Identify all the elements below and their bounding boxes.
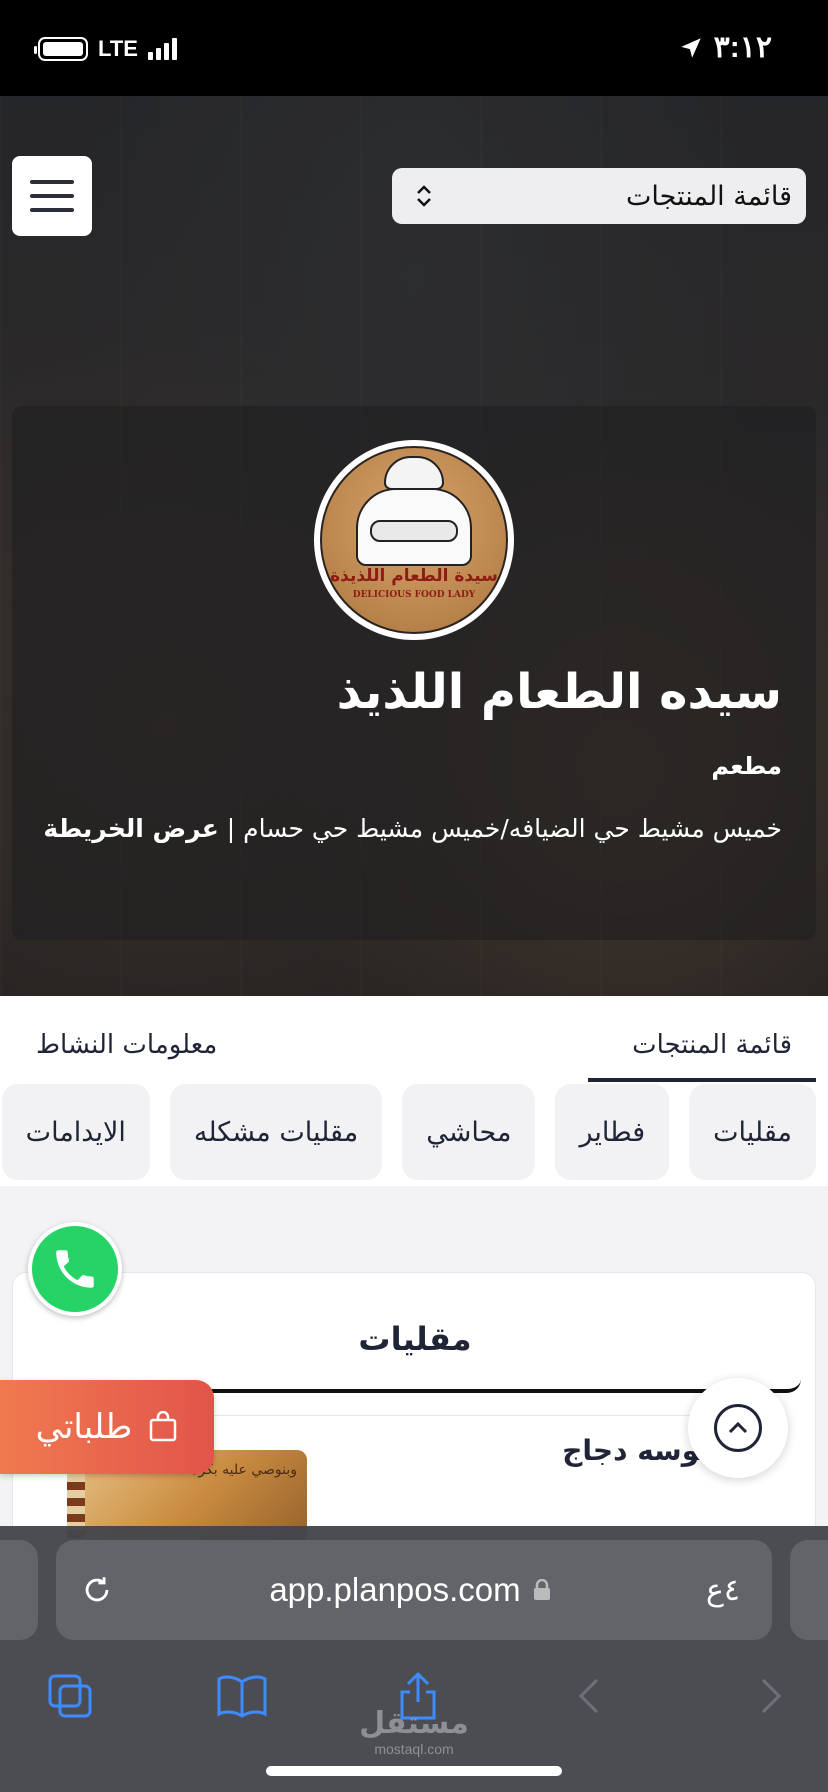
category-chip[interactable]: مقليات <box>689 1084 816 1180</box>
address-bar[interactable]: app.planpos.com ٤ع <box>56 1540 772 1640</box>
home-indicator[interactable] <box>266 1766 562 1776</box>
restaurant-info-card: سيدة الطعام اللذيذة DELICIOUS FOOD LADY … <box>12 406 816 940</box>
chef-arms-icon <box>370 520 458 542</box>
products-content: مقليات سمبوسه دجاج وبنوصي عليه بكرة <box>0 1186 828 1572</box>
page-settings-button[interactable]: ٤ع <box>706 1573 740 1608</box>
category-chips: مقليات فطاير محاشي مقليات مشكله الايداما… <box>1 1084 816 1180</box>
shopping-bag-icon <box>150 1411 177 1442</box>
restaurant-type: مطعم <box>711 752 782 780</box>
logo-text-arabic: سيدة الطعام اللذيذة <box>330 566 498 586</box>
select-chevrons-icon <box>414 183 434 209</box>
tab-products[interactable]: قائمة المنتجات <box>632 1030 792 1060</box>
page-select-value: قائمة المنتجات <box>625 180 792 212</box>
status-time: ٣:١٢ <box>713 31 772 64</box>
category-chip[interactable]: فطاير <box>555 1084 670 1180</box>
watermark-arabic: مستقل <box>359 1706 469 1741</box>
category-chip[interactable]: محاشي <box>402 1084 536 1180</box>
signal-icon <box>147 38 177 60</box>
next-tab-peek[interactable] <box>790 1540 828 1640</box>
my-orders-button[interactable]: طلباتي <box>0 1380 214 1474</box>
logo-text-english: DELICIOUS FOOD LADY <box>352 590 476 600</box>
url-text: app.planpos.com <box>269 1571 521 1608</box>
section-title: مقليات <box>29 1289 801 1393</box>
menu-line-icon <box>30 208 74 212</box>
page-select[interactable]: قائمة المنتجات <box>392 168 806 224</box>
status-bar: LTE ٣:١٢ <box>0 0 828 96</box>
tab-business-info[interactable]: معلومات النشاط <box>36 1030 217 1060</box>
restaurant-logo: سيدة الطعام اللذيذة DELICIOUS FOOD LADY <box>314 440 514 640</box>
network-label: LTE <box>98 36 138 61</box>
category-chip[interactable]: الايدامات <box>1 1084 150 1180</box>
phone-icon <box>56 1250 94 1288</box>
chef-hat-icon <box>384 456 444 490</box>
view-map-link[interactable]: عرض الخريطة <box>43 814 218 843</box>
menu-line-icon <box>30 194 74 198</box>
hero-banner: قائمة المنتجات سيدة الطعام اللذيذة DELIC… <box>0 96 828 996</box>
hamburger-menu-button[interactable] <box>12 156 92 236</box>
status-left: LTE <box>34 36 177 62</box>
status-right: ٣:١٢ <box>678 30 772 65</box>
previous-tab-peek[interactable] <box>0 1540 38 1640</box>
lock-icon <box>533 1579 550 1600</box>
browser-toolbar: app.planpos.com ٤ع مستقل mostaql.com <box>0 1526 828 1792</box>
whatsapp-button[interactable] <box>28 1222 122 1316</box>
location-arrow-icon <box>680 37 701 58</box>
watermark-english: mostaql.com <box>374 1741 454 1757</box>
chef-logo-image: سيدة الطعام اللذيذة DELICIOUS FOOD LADY <box>320 446 508 634</box>
watermark: مستقل mostaql.com <box>0 1706 828 1757</box>
url-display: app.planpos.com <box>269 1571 550 1609</box>
restaurant-name: سيده الطعام اللذيذ <box>336 664 782 720</box>
my-orders-label: طلباتي <box>35 1407 133 1447</box>
category-chip[interactable]: مقليات مشكله <box>169 1084 383 1180</box>
menu-line-icon <box>30 180 74 184</box>
address-text: خميس مشيط حي الضيافه/خميس مشيط حي حسام | <box>218 814 782 843</box>
chevron-up-icon <box>714 1404 762 1452</box>
restaurant-address: خميس مشيط حي الضيافه/خميس مشيط حي حسام |… <box>42 806 782 852</box>
scroll-to-top-button[interactable] <box>688 1378 788 1478</box>
active-tab-indicator <box>588 1078 816 1082</box>
battery-icon <box>34 37 88 61</box>
tabs-area: قائمة المنتجات معلومات النشاط مقليات فطا… <box>0 996 828 1186</box>
reload-icon[interactable] <box>80 1573 114 1607</box>
